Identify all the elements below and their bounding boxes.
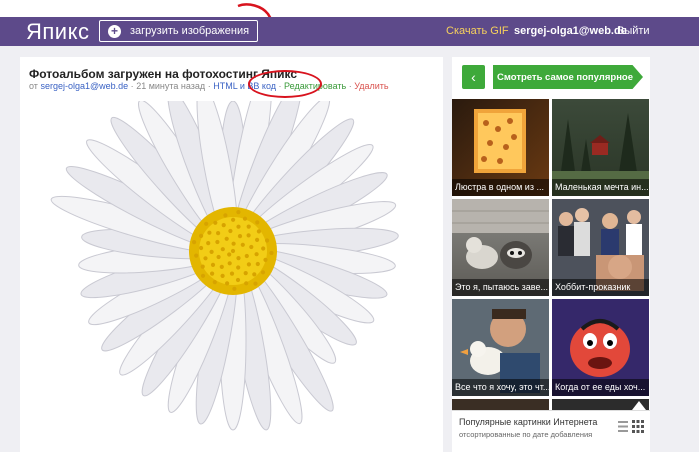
meta-separator: ·	[207, 81, 211, 91]
upload-label: загрузить изображения	[130, 25, 250, 37]
gallery-tile[interactable]: Все что я хочу, это чт...	[452, 299, 549, 396]
delete-link[interactable]: Удалить	[354, 81, 388, 91]
upload-images-button[interactable]: + загрузить изображения	[99, 20, 258, 42]
logout-link[interactable]: Выйти	[617, 25, 650, 37]
plus-icon: +	[108, 24, 121, 38]
chevron-left-icon[interactable]: ‹	[462, 65, 485, 89]
tile-caption: Когда от ее еды хоч...	[552, 379, 649, 396]
meta-separator: ·	[348, 81, 352, 91]
popular-sidebar: ‹ Смотреть самое популярное Люстра в одн…	[452, 57, 650, 452]
author-link[interactable]: sergej-olga1@web.de	[40, 81, 128, 91]
red-annotation-circle	[248, 70, 322, 98]
tile-caption: Маленькая мечта ин...	[552, 179, 649, 196]
gallery-tile-partial[interactable]	[452, 399, 549, 410]
tile-caption: Люстра в одном из ...	[452, 179, 549, 196]
meta-separator: ·	[130, 81, 134, 91]
gallery-tile[interactable]: Маленькая мечта ин...	[552, 99, 649, 196]
tile-caption: Хоббит-проказник	[552, 279, 649, 296]
footer-title: Популярные картинки Интернета	[459, 417, 598, 427]
album-card: Фотоальбом загружен на фотохостинг Япикс…	[20, 57, 443, 452]
tile-caption: Это я, пытаюсь заве...	[452, 279, 549, 296]
daisy-image[interactable]	[28, 101, 438, 446]
album-meta: от sergej-olga1@web.de · 21 минута назад…	[29, 81, 389, 91]
user-email-link[interactable]: sergej-olga1@web.de	[514, 25, 627, 37]
meta-prefix: от	[29, 81, 38, 91]
view-popular-button[interactable]: Смотреть самое популярное	[493, 65, 643, 89]
footer-subtitle: отсортированные по дате добавления	[459, 430, 593, 439]
gallery-tile[interactable]: Люстра в одном из ...	[452, 99, 549, 196]
upload-time: 21 минута назад	[136, 81, 206, 91]
gallery-tile[interactable]: Это я, пытаюсь заве...	[452, 199, 549, 296]
list-view-icon[interactable]	[618, 420, 628, 433]
tile-caption: Все что я хочу, это чт...	[452, 379, 549, 396]
footer-notch	[632, 401, 646, 410]
gallery-tile[interactable]: Хоббит-проказник	[552, 199, 649, 296]
gallery-tile[interactable]: Когда от ее еды хоч...	[552, 299, 649, 396]
sidebar-footer: Популярные картинки Интернета отсортиров…	[452, 410, 650, 452]
download-gif-link[interactable]: Скачать GIF	[446, 25, 509, 37]
site-header: Япикс + загрузить изображения Скачать GI…	[0, 17, 699, 46]
site-logo[interactable]: Япикс	[26, 19, 89, 45]
grid-view-icon[interactable]	[632, 420, 644, 433]
